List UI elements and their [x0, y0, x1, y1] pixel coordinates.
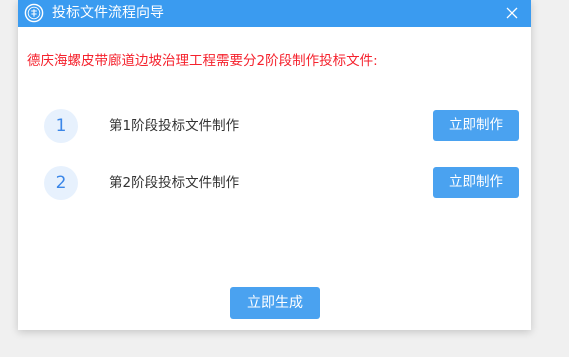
project-notice: 德庆海螺皮带廊道边坡治理工程需要分2阶段制作投标文件: — [27, 53, 378, 69]
wizard-dialog: 投标文件流程向导 德庆海螺皮带廊道边坡治理工程需要分2阶段制作投标文件: 1 第… — [18, 0, 531, 330]
close-icon[interactable] — [501, 2, 523, 24]
generate-now-button[interactable]: 立即生成 — [230, 287, 320, 319]
step-label: 第2阶段投标文件制作 — [109, 175, 240, 191]
make-now-button-stage-1[interactable]: 立即制作 — [433, 110, 519, 141]
step-number-badge: 1 — [44, 109, 78, 143]
make-now-button-stage-2[interactable]: 立即制作 — [433, 167, 519, 198]
step-row-2: 2 第2阶段投标文件制作 立即制作 — [18, 166, 531, 200]
step-number-badge: 2 — [44, 166, 78, 200]
window-title: 投标文件流程向导 — [52, 5, 164, 21]
title-bar: 投标文件流程向导 — [18, 0, 531, 27]
step-label: 第1阶段投标文件制作 — [109, 118, 240, 134]
step-row-1: 1 第1阶段投标文件制作 立即制作 — [18, 109, 531, 143]
seal-logo-icon — [24, 3, 44, 23]
